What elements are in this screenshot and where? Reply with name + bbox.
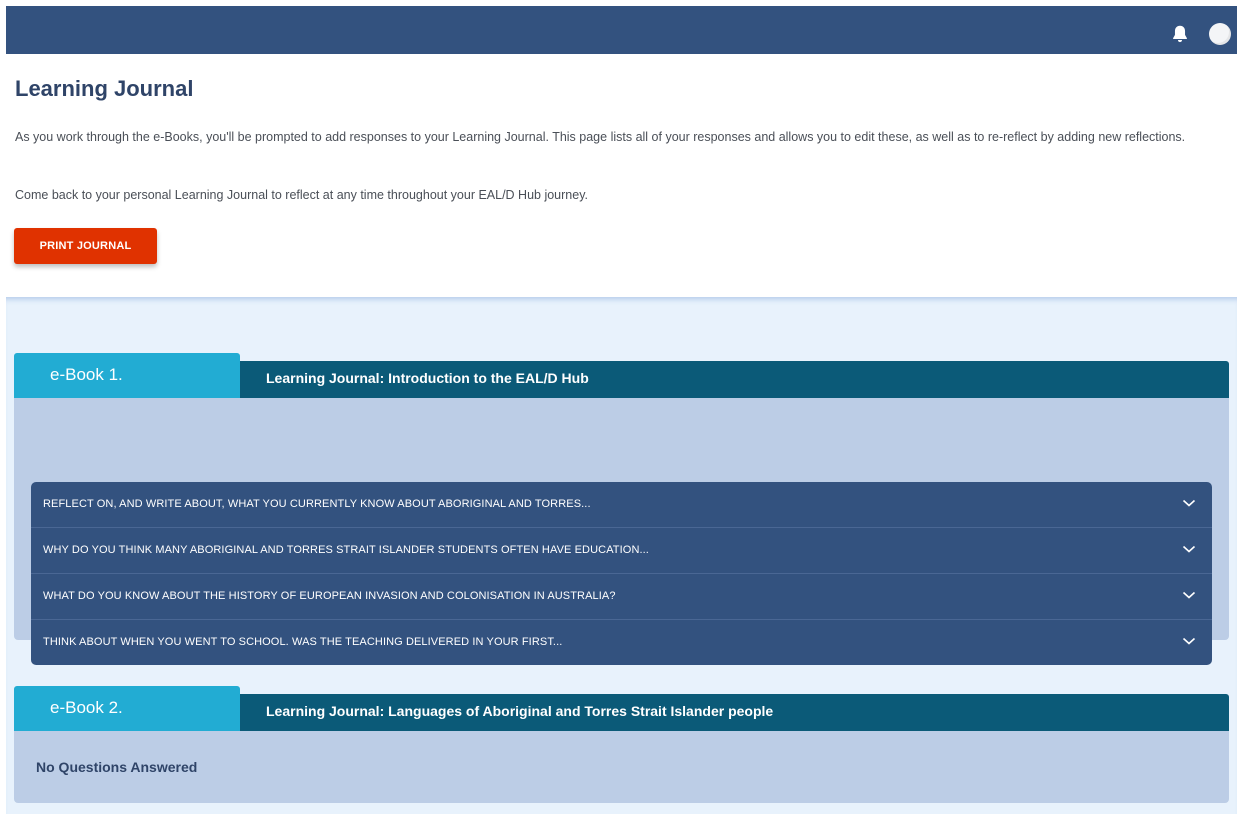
question-text: THINK ABOUT WHEN YOU WENT TO SCHOOL. WAS… <box>43 636 563 648</box>
question-row[interactable]: WHY DO YOU THINK MANY ABORIGINAL AND TOR… <box>31 528 1212 574</box>
ebook-tab: e-Book 1. <box>14 353 240 398</box>
print-journal-button[interactable]: PRINT JOURNAL <box>14 228 157 264</box>
chevron-down-icon[interactable] <box>1182 636 1196 646</box>
ebook-title: Learning Journal: Languages of Aborigina… <box>266 703 774 719</box>
intro-text: As you work through the e-Books, you'll … <box>15 130 1186 144</box>
question-row[interactable]: WHAT DO YOU KNOW ABOUT THE HISTORY OF EU… <box>31 574 1212 620</box>
ebook-panel: No Questions Answered <box>14 731 1229 803</box>
question-text: WHY DO YOU THINK MANY ABORIGINAL AND TOR… <box>43 544 649 556</box>
no-questions-message: No Questions Answered <box>36 759 198 775</box>
chevron-down-icon[interactable] <box>1182 544 1196 554</box>
question-row[interactable]: THINK ABOUT WHEN YOU WENT TO SCHOOL. WAS… <box>31 620 1212 665</box>
chevron-down-icon[interactable] <box>1182 498 1196 508</box>
bell-icon[interactable] <box>1169 23 1191 45</box>
question-row[interactable]: REFLECT ON, AND WRITE ABOUT, WHAT YOU CU… <box>31 482 1212 528</box>
avatar[interactable] <box>1209 23 1231 45</box>
reminder-text: Come back to your personal Learning Jour… <box>15 188 588 202</box>
chevron-down-icon[interactable] <box>1182 590 1196 600</box>
question-text: REFLECT ON, AND WRITE ABOUT, WHAT YOU CU… <box>43 498 591 510</box>
ebook-tab: e-Book 2. <box>14 686 240 731</box>
ebook-title: Learning Journal: Introduction to the EA… <box>266 370 589 386</box>
question-text: WHAT DO YOU KNOW ABOUT THE HISTORY OF EU… <box>43 590 616 602</box>
top-navigation-bar <box>6 6 1237 54</box>
page-title: Learning Journal <box>15 76 194 101</box>
ebook-panel: REFLECT ON, AND WRITE ABOUT, WHAT YOU CU… <box>14 398 1229 665</box>
ebook-label: e-Book 2. <box>50 698 123 717</box>
ebook-section-1: REFLECT ON, AND WRITE ABOUT, WHAT YOU CU… <box>14 353 1229 665</box>
question-list: REFLECT ON, AND WRITE ABOUT, WHAT YOU CU… <box>31 482 1212 665</box>
ebook-label: e-Book 1. <box>50 365 123 384</box>
ebook-section-2: No Questions Answered Learning Journal: … <box>14 686 1229 803</box>
